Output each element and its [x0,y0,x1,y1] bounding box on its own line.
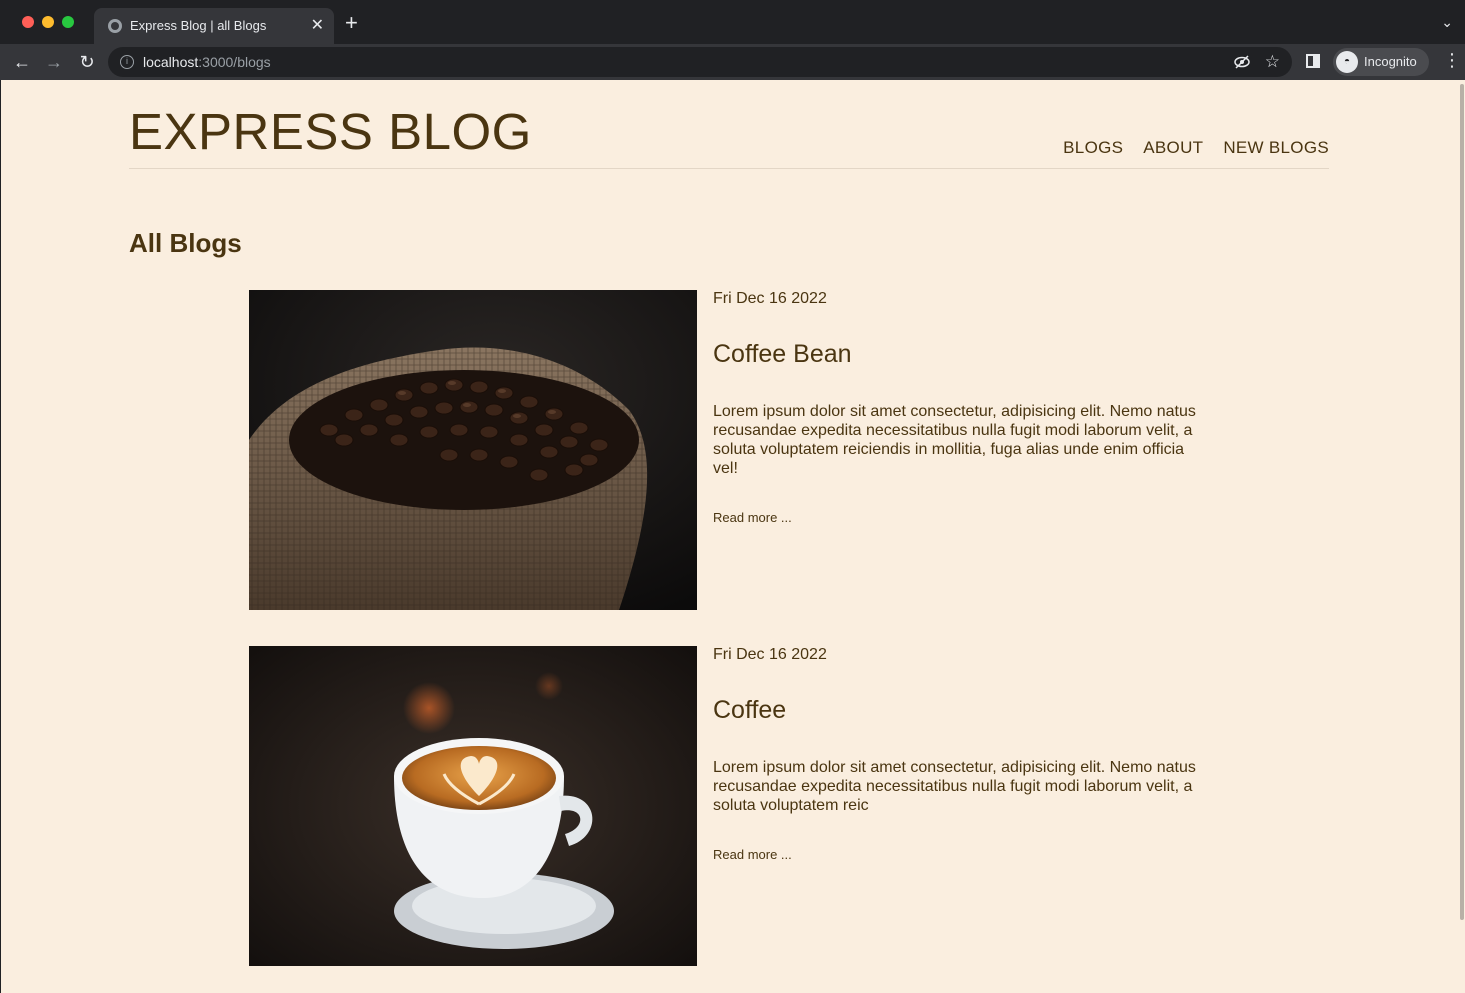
main-nav: BLOGS ABOUT NEW BLOGS [1063,138,1329,158]
page-heading: All Blogs [129,228,242,258]
forward-button[interactable]: → [42,50,66,74]
post-title[interactable]: Coffee [713,696,786,725]
post-excerpt: Lorem ipsum dolor sit amet consectetur, … [713,759,1196,814]
post-title[interactable]: Coffee Bean [713,340,852,369]
address-bar[interactable]: i localhost:3000/blogs ☆ [108,47,1292,77]
scrollbar-thumb[interactable] [1460,84,1464,920]
read-more-link[interactable]: Read more ... [713,847,792,862]
post-date: Fri Dec 16 2022 [713,290,827,307]
browser-tab[interactable]: Express Blog | all Blogs ✕ [94,8,334,44]
incognito-icon: ◓ [1336,51,1358,73]
new-tab-button[interactable]: + [345,12,358,34]
post-image-coffee-cup[interactable] [249,646,697,966]
maximize-window-button[interactable] [62,16,74,28]
site-title[interactable]: EXPRESS BLOG [129,102,532,161]
minimize-window-button[interactable] [42,16,54,28]
globe-icon [108,19,122,33]
nav-link-about[interactable]: ABOUT [1143,138,1203,158]
read-more-link[interactable]: Read more ... [713,510,792,525]
post-image-coffee-beans[interactable] [249,290,697,610]
browser-tab-bar: Express Blog | all Blogs ✕ + ⌄ [0,0,1465,44]
incognito-profile-button[interactable]: ◓ Incognito [1333,48,1429,76]
eye-off-icon[interactable] [1234,54,1250,70]
bookmark-star-icon[interactable]: ☆ [1265,52,1280,72]
tab-title: Express Blog | all Blogs [130,18,267,33]
site-header: EXPRESS BLOG BLOGS ABOUT NEW BLOGS [129,80,1329,169]
url-text: localhost:3000/blogs [143,54,271,70]
side-panel-icon[interactable] [1306,54,1320,68]
tab-close-icon[interactable]: ✕ [311,15,324,35]
browser-menu-icon[interactable]: ⋮ [1443,50,1461,71]
blog-post-card: Fri Dec 16 2022 Coffee Lorem ipsum dolor… [249,646,1199,966]
nav-link-new-blogs[interactable]: NEW BLOGS [1223,138,1329,158]
browser-toolbar: ← → ↻ i localhost:3000/blogs ☆ ◓ Incogni… [0,44,1465,80]
site-info-icon[interactable]: i [120,55,134,69]
back-button[interactable]: ← [10,50,34,74]
post-excerpt: Lorem ipsum dolor sit amet consectetur, … [713,403,1196,477]
nav-link-blogs[interactable]: BLOGS [1063,138,1123,158]
post-date: Fri Dec 16 2022 [713,646,827,663]
blog-post-card: Fri Dec 16 2022 Coffee Bean Lorem ipsum … [249,290,1199,610]
incognito-label: Incognito [1364,54,1417,69]
reload-button[interactable]: ↻ [75,50,99,74]
close-window-button[interactable] [22,16,34,28]
page-viewport: EXPRESS BLOG BLOGS ABOUT NEW BLOGS All B… [1,80,1458,993]
tab-search-chevron-icon[interactable]: ⌄ [1441,14,1453,31]
